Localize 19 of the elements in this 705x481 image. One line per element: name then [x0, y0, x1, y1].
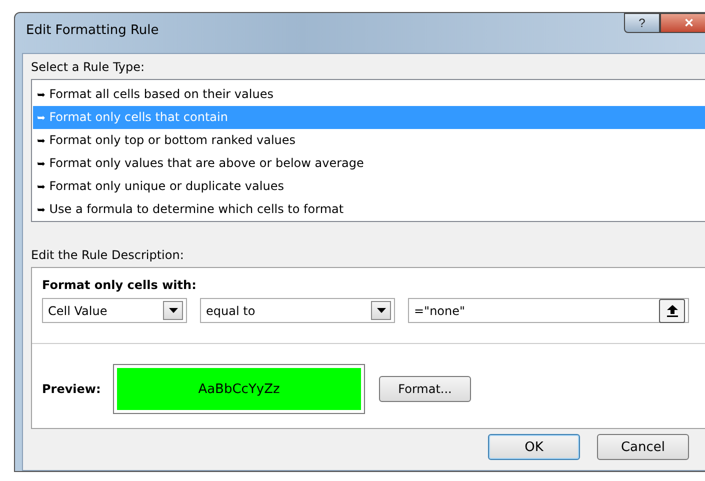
value-field[interactable]: ="none"	[408, 298, 689, 323]
rule-type-item[interactable]: ➥ Format only unique or duplicate values	[33, 175, 705, 198]
rule-type-item[interactable]: ➥ Format only values that are above or below average	[33, 152, 705, 175]
format-button[interactable]: Format...	[379, 376, 471, 402]
range-select-icon[interactable]	[659, 298, 685, 322]
preview-sample: AaBbCcYyZz	[113, 364, 365, 414]
dialog-button[interactable]: Cancel	[597, 434, 689, 460]
rule-type-item[interactable]: ➥ Format only top or bottom ranked values	[33, 129, 705, 152]
rule-type-item[interactable]: ➥ Format all cells based on their values	[33, 83, 705, 106]
help-button[interactable]: ?	[624, 13, 660, 33]
section-label: Select a Rule Type:	[31, 60, 146, 74]
panel-heading: Format only cells with:	[42, 278, 198, 292]
rule-type-item[interactable]: ➥ Use a formula to determine which cells to format	[33, 198, 705, 221]
operator-dropdown[interactable]: equal to	[200, 298, 395, 323]
preview-label: Preview:	[42, 382, 102, 396]
section-label: Edit the Rule Description:	[31, 248, 185, 262]
dialog-button[interactable]: OK	[488, 434, 580, 460]
window-title: Edit Formatting Rule	[26, 23, 159, 38]
value-type-dropdown[interactable]: Cell Value	[42, 298, 187, 323]
